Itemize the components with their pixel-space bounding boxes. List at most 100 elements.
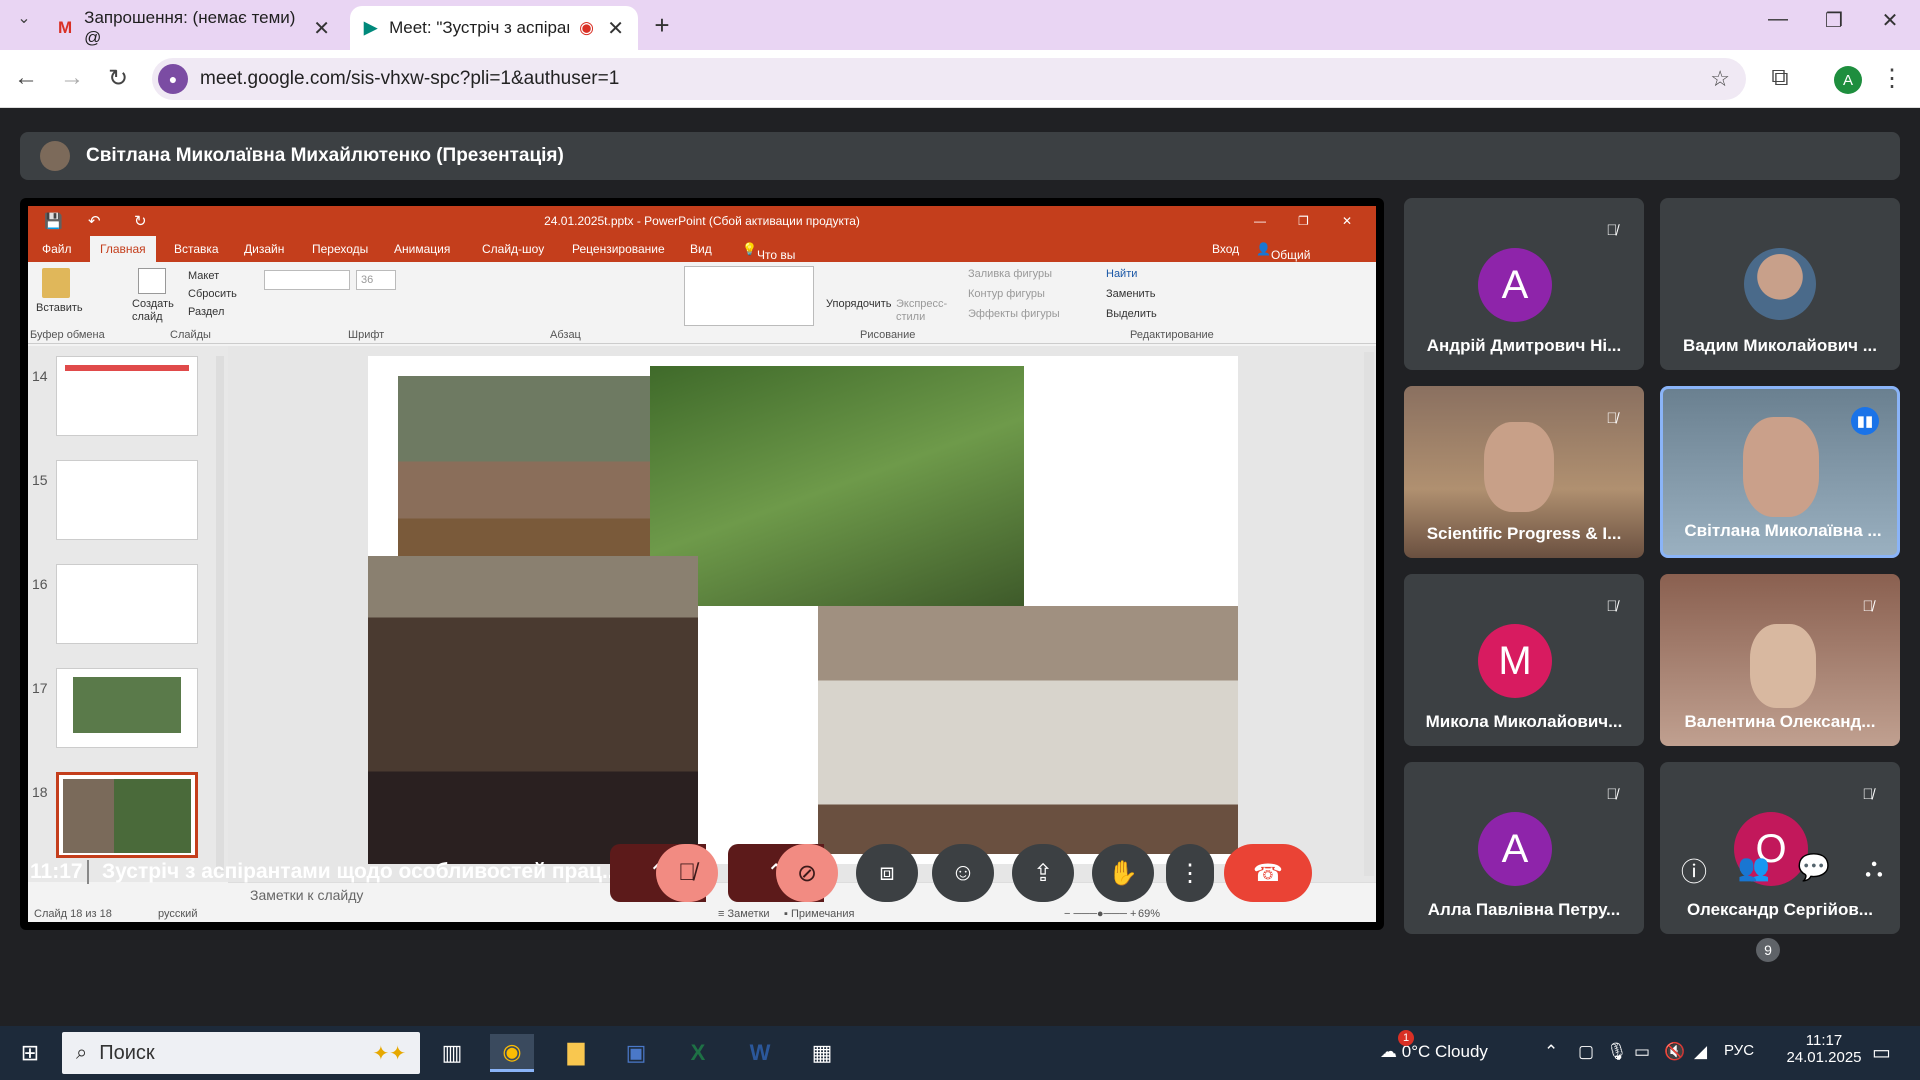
current-slide[interactable]: [368, 356, 1238, 864]
shared-screen[interactable]: 💾 ↶ ↻ 24.01.2025t.pptx - PowerPoint (Сбо…: [20, 198, 1384, 930]
quick-styles-button[interactable]: Экспресс-стили: [896, 298, 947, 324]
volume-muted-icon[interactable]: 🔇: [1664, 1042, 1685, 1062]
slide-thumbnail[interactable]: [56, 356, 198, 436]
notes-toggle[interactable]: ≡ Заметки: [718, 908, 770, 920]
ppt-tellme[interactable]: 💡 Что вы хотите сделать?: [742, 242, 808, 290]
ppt-tab-view[interactable]: Вид: [690, 242, 712, 256]
camera-tray-icon[interactable]: ▢: [1578, 1042, 1594, 1062]
participant-tile[interactable]: 🎙̸ Scientific Progress & I...: [1404, 386, 1644, 558]
find-button[interactable]: Найти: [1106, 268, 1137, 280]
ppt-tab-slideshow[interactable]: Слайд-шоу: [482, 242, 544, 256]
font-size-box[interactable]: 36: [356, 270, 396, 290]
editor-scrollbar[interactable]: [1364, 352, 1374, 876]
paste-button[interactable]: Вставить: [36, 302, 83, 314]
forward-button[interactable]: →: [54, 64, 90, 92]
zoom-level[interactable]: 69%: [1138, 908, 1160, 920]
layout-button[interactable]: Макет: [188, 270, 219, 282]
taskbar-clock[interactable]: 11:17 24.01.2025: [1786, 1032, 1862, 1066]
comments-toggle[interactable]: ▪ Примечания: [784, 908, 854, 920]
ppt-close-button[interactable]: ✕: [1342, 214, 1352, 228]
more-options-button[interactable]: ⋮: [1166, 844, 1214, 902]
weather-widget[interactable]: ☁ 0°C Cloudy: [1380, 1042, 1488, 1062]
meeting-details-button[interactable]: ⓘ: [1672, 852, 1716, 889]
ppt-save-icon[interactable]: 💾: [44, 212, 63, 230]
shape-outline-button[interactable]: Контур фигуры: [968, 288, 1045, 300]
paste-icon[interactable]: [42, 268, 70, 298]
tab-gmail[interactable]: M Запрошення: (немає теми) @ ✕: [44, 6, 344, 50]
participant-tile[interactable]: A 🎙̸ Андрій Дмитрович Ні...: [1404, 198, 1644, 370]
ppt-undo-icon[interactable]: ↶: [88, 212, 101, 230]
ppt-tab-insert[interactable]: Вставка: [174, 242, 219, 256]
shape-fill-button[interactable]: Заливка фигуры: [968, 268, 1052, 280]
profile-avatar[interactable]: A: [1834, 66, 1862, 94]
slide-thumbnail-selected[interactable]: [56, 772, 198, 858]
taskbar-calculator[interactable]: ▦: [800, 1034, 844, 1072]
minimize-button[interactable]: —: [1758, 8, 1798, 31]
reload-button[interactable]: ↻: [100, 64, 136, 93]
arrange-button[interactable]: Упорядочить: [826, 298, 891, 310]
participant-tile[interactable]: A 🎙̸ Алла Павлівна Петру...: [1404, 762, 1644, 934]
slide-thumbnail[interactable]: [56, 564, 198, 644]
taskbar-excel[interactable]: X: [676, 1034, 720, 1072]
taskbar-search[interactable]: ⌕ Поиск ✦✦: [62, 1032, 420, 1074]
shape-effects-button[interactable]: Эффекты фигуры: [968, 308, 1060, 320]
participant-tile[interactable]: M 🎙̸ Микола Миколайович...: [1404, 574, 1644, 746]
ppt-signin[interactable]: Вход: [1212, 242, 1239, 256]
close-icon[interactable]: ✕: [607, 16, 624, 41]
taskbar-word[interactable]: W: [738, 1034, 782, 1072]
participant-tile[interactable]: Вадим Миколайович ...: [1660, 198, 1900, 370]
close-window-button[interactable]: ✕: [1870, 8, 1910, 33]
font-name-box[interactable]: [264, 270, 350, 290]
ppt-restore-button[interactable]: ❐: [1298, 214, 1309, 228]
slide-thumbnail[interactable]: [56, 460, 198, 540]
participant-tile[interactable]: 🎙̸ Валентина Олександ...: [1660, 574, 1900, 746]
language-indicator[interactable]: русский: [158, 908, 197, 920]
ppt-tab-animation[interactable]: Анимация: [394, 242, 450, 256]
present-button[interactable]: ⇪: [1012, 844, 1074, 902]
new-tab-button[interactable]: +: [642, 10, 682, 41]
participant-tile[interactable]: O 🎙̸ Олександр Сергійов...: [1660, 762, 1900, 934]
leave-call-button[interactable]: ☎: [1224, 844, 1312, 902]
tray-overflow-icon[interactable]: ⌃: [1544, 1042, 1558, 1062]
close-icon[interactable]: ✕: [313, 16, 330, 41]
ppt-share[interactable]: 👤 Общий доступ: [1256, 242, 1310, 276]
extensions-icon[interactable]: ⧉: [1762, 64, 1798, 92]
browser-menu-icon[interactable]: ⋮: [1874, 64, 1910, 93]
taskbar-explorer[interactable]: ▇: [554, 1034, 598, 1072]
new-slide-icon[interactable]: [138, 268, 166, 294]
chat-button[interactable]: 💬: [1792, 852, 1836, 883]
notifications-icon[interactable]: ▭: [1872, 1040, 1891, 1065]
participant-tile-active-speaker[interactable]: ▮▮ Світлана Миколаївна ...: [1660, 386, 1900, 558]
taskbar-app-save[interactable]: ▣: [614, 1034, 658, 1072]
url-field[interactable]: ● meet.google.com/sis-vhxw-spc?pli=1&aut…: [152, 58, 1746, 100]
activities-button[interactable]: ⛬: [1852, 852, 1896, 884]
reset-button[interactable]: Сбросить: [188, 288, 237, 300]
input-language[interactable]: РУС: [1724, 1042, 1754, 1059]
maximize-button[interactable]: ❐: [1814, 8, 1854, 33]
select-button[interactable]: Выделить: [1106, 308, 1157, 320]
captions-button[interactable]: ⧈: [856, 844, 918, 902]
ppt-tab-transitions[interactable]: Переходы: [312, 242, 368, 256]
battery-icon[interactable]: ▭: [1634, 1042, 1650, 1062]
tab-meet[interactable]: ▶ Meet: "Зустріч з аспіранта ◉ ✕: [350, 6, 638, 50]
ppt-tab-file[interactable]: Файл: [42, 242, 72, 256]
wifi-icon[interactable]: ◢: [1694, 1042, 1707, 1062]
ppt-redo-icon[interactable]: ↻: [134, 212, 147, 230]
ppt-tab-review[interactable]: Рецензирование: [572, 242, 665, 256]
camera-toggle-button[interactable]: ⊘: [776, 844, 838, 902]
section-button[interactable]: Раздел: [188, 306, 224, 318]
new-slide-button[interactable]: Создать слайд: [132, 298, 178, 324]
thumb-scrollbar[interactable]: [216, 356, 224, 872]
microphone-toggle-button[interactable]: 🎙̸: [656, 844, 718, 902]
ppt-tab-design[interactable]: Дизайн: [244, 242, 284, 256]
tab-search-icon[interactable]: ⌄: [6, 8, 42, 28]
windows-start-button[interactable]: ⊞: [8, 1034, 52, 1072]
back-button[interactable]: ←: [8, 64, 44, 92]
ppt-minimize-button[interactable]: —: [1254, 214, 1266, 228]
replace-button[interactable]: Заменить: [1106, 288, 1155, 300]
people-button[interactable]: 👥: [1732, 852, 1776, 883]
microphone-tray-icon[interactable]: 🎙: [1606, 1042, 1628, 1062]
site-info-icon[interactable]: ●: [158, 64, 188, 94]
zoom-slider[interactable]: − ───●─── +: [1064, 908, 1136, 920]
slide-thumbnail[interactable]: [56, 668, 198, 748]
